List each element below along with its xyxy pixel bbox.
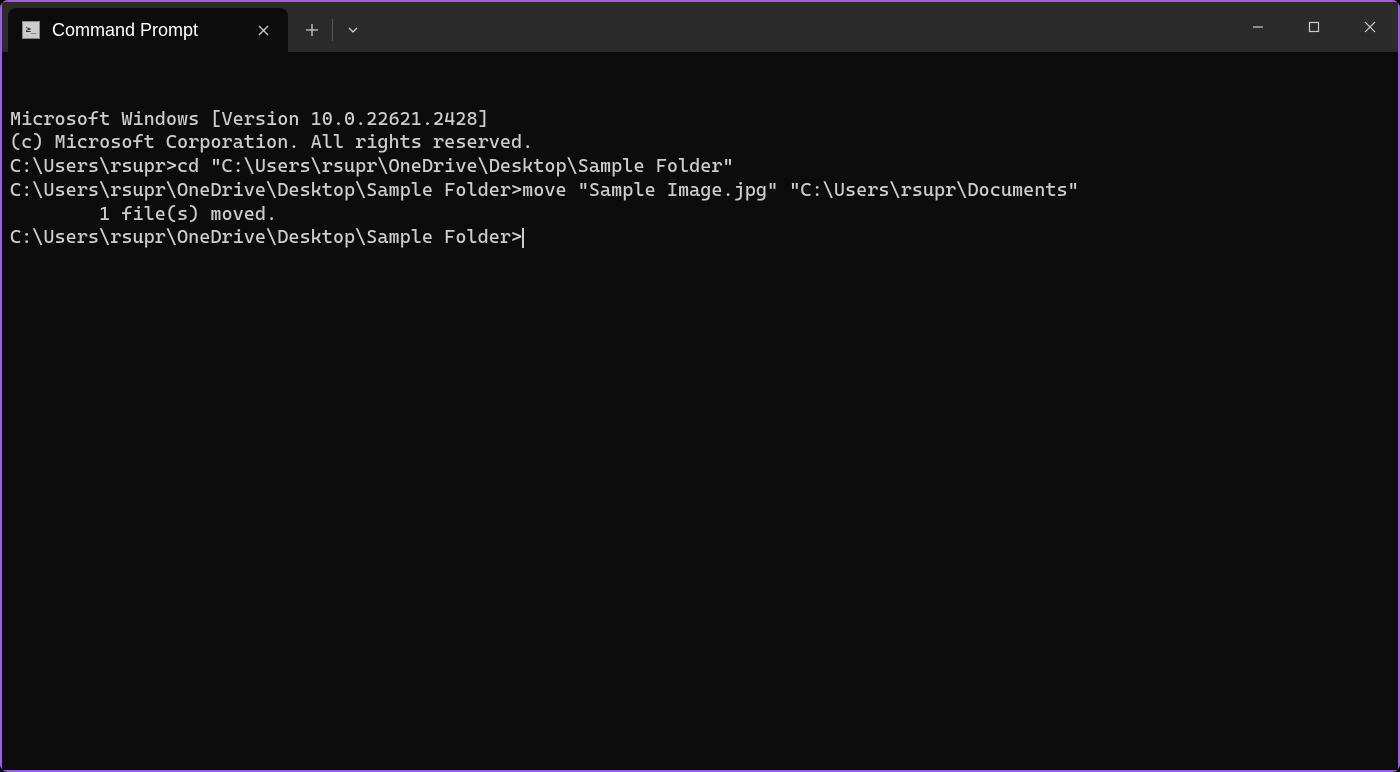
tab-title: Command Prompt (52, 20, 240, 41)
minimize-button[interactable] (1230, 2, 1286, 52)
plus-icon (305, 23, 319, 37)
terminal-line: C:\Users\rsupr>cd "C:\Users\rsupr\OneDri… (10, 155, 1390, 179)
tab-dropdown-button[interactable] (335, 12, 371, 48)
terminal-line: C:\Users\rsupr\OneDrive\Desktop\Sample F… (10, 179, 1390, 203)
close-tab-button[interactable] (252, 19, 274, 41)
minimize-icon (1252, 21, 1264, 33)
close-icon (1364, 21, 1376, 33)
window-controls (1230, 2, 1398, 52)
tab-actions (294, 8, 371, 52)
tab-command-prompt[interactable]: Command Prompt (8, 8, 288, 52)
chevron-down-icon (347, 24, 359, 36)
command-prompt-icon (22, 21, 40, 39)
text-cursor (522, 228, 524, 248)
terminal-window: Command Prompt (2, 2, 1398, 770)
terminal-line: Microsoft Windows [Version 10.0.22621.24… (10, 108, 1390, 132)
terminal-output[interactable]: Microsoft Windows [Version 10.0.22621.24… (2, 52, 1398, 770)
terminal-line: (c) Microsoft Corporation. All rights re… (10, 131, 1390, 155)
terminal-line: C:\Users\rsupr\OneDrive\Desktop\Sample F… (10, 226, 1390, 250)
titlebar: Command Prompt (2, 2, 1398, 52)
tab-strip: Command Prompt (2, 2, 1230, 52)
maximize-icon (1308, 21, 1320, 33)
maximize-button[interactable] (1286, 2, 1342, 52)
close-window-button[interactable] (1342, 2, 1398, 52)
close-icon (258, 25, 269, 36)
new-tab-button[interactable] (294, 12, 330, 48)
terminal-line: 1 file(s) moved. (10, 203, 1390, 227)
tab-divider (332, 19, 333, 41)
